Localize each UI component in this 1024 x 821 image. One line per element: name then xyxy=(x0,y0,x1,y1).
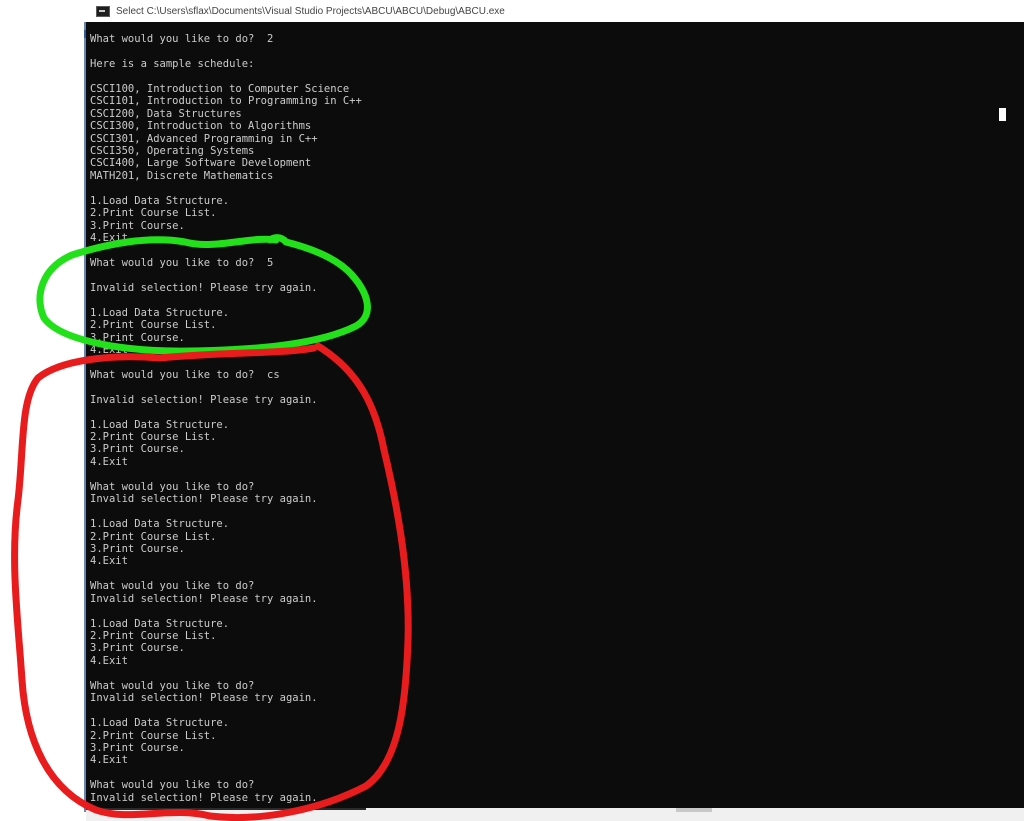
hand-drawn-annotations xyxy=(11,234,412,821)
red-highlight-circle xyxy=(11,342,412,821)
green-highlight-circle xyxy=(36,234,371,355)
